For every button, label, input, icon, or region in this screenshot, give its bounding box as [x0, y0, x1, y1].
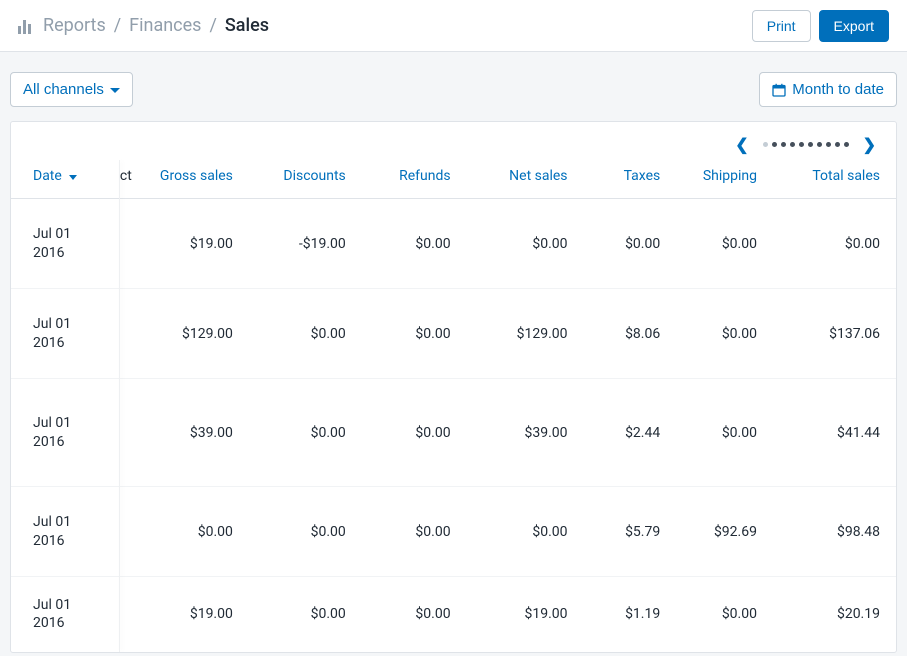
cell-date: Jul 012016 [11, 487, 120, 577]
cell-refunds: $0.00 [362, 199, 467, 289]
col-shipping[interactable]: Shipping [676, 160, 773, 199]
print-button[interactable]: Print [752, 10, 811, 42]
table-row[interactable]: Jul 012016$19.00$0.00$0.00$19.00$1.19$0.… [11, 577, 896, 652]
reports-icon [18, 18, 31, 34]
table-header-row: Date ct Gross sales Discounts Refunds Ne… [11, 160, 896, 199]
cell-net: $19.00 [467, 577, 584, 652]
cell-discounts: $0.00 [249, 487, 362, 577]
breadcrumb-current: Sales [225, 15, 269, 36]
breadcrumb-sep: / [209, 15, 216, 36]
cell-shipping: $0.00 [676, 289, 773, 379]
cell-date: Jul 012016 [11, 577, 120, 652]
pager-dot[interactable] [835, 142, 840, 147]
cell-shipping: $0.00 [676, 577, 773, 652]
header-actions: Print Export [752, 10, 889, 42]
cell-total: $0.00 [773, 199, 896, 289]
col-total-sales[interactable]: Total sales [773, 160, 896, 199]
table-row[interactable]: Jul 012016$19.00-$19.00$0.00$0.00$0.00$0… [11, 199, 896, 289]
cell-net: $0.00 [467, 487, 584, 577]
cell-refunds: $0.00 [362, 289, 467, 379]
cell-net: $129.00 [467, 289, 584, 379]
cell-gross: $19.00 [138, 199, 249, 289]
cell-total: $20.19 [773, 577, 896, 652]
cell-discounts: $0.00 [249, 289, 362, 379]
table-row[interactable]: Jul 012016$0.00$0.00$0.00$0.00$5.79$92.6… [11, 487, 896, 577]
breadcrumb-reports[interactable]: Reports [43, 15, 106, 36]
cell-taxes: $0.00 [584, 199, 677, 289]
col-taxes[interactable]: Taxes [584, 160, 677, 199]
toolbar: All channels Month to date [0, 52, 907, 121]
breadcrumb-finances[interactable]: Finances [129, 15, 201, 36]
sales-table: Date ct Gross sales Discounts Refunds Ne… [11, 160, 896, 652]
cell-shipping: $0.00 [676, 199, 773, 289]
cell-total: $98.48 [773, 487, 896, 577]
pager-dot[interactable] [772, 142, 777, 147]
chevron-down-icon [110, 88, 120, 93]
cell-date: Jul 012016 [11, 199, 120, 289]
cell-date: Jul 012016 [11, 379, 120, 487]
cell-taxes: $2.44 [584, 379, 677, 487]
pager: ❮ ❯ [11, 122, 896, 160]
channel-filter-label: All channels [23, 81, 104, 98]
col-discounts[interactable]: Discounts [249, 160, 362, 199]
cell-discounts: $0.00 [249, 379, 362, 487]
cell-date: Jul 012016 [11, 289, 120, 379]
table-scroll-area: Date ct Gross sales Discounts Refunds Ne… [11, 160, 896, 652]
table-row[interactable]: Jul 012016$129.00$0.00$0.00$129.00$8.06$… [11, 289, 896, 379]
breadcrumb-sep: / [114, 15, 121, 36]
export-button[interactable]: Export [819, 10, 889, 42]
calendar-icon [772, 83, 786, 97]
cell-taxes: $1.19 [584, 577, 677, 652]
col-net-sales[interactable]: Net sales [467, 160, 584, 199]
breadcrumb: Reports / Finances / Sales [18, 15, 269, 36]
pager-dot[interactable] [781, 142, 786, 147]
pager-prev-button[interactable]: ❮ [731, 135, 752, 154]
cell-total: $137.06 [773, 289, 896, 379]
sales-table-card: ❮ ❯ Date [10, 121, 897, 653]
cell-gross: $129.00 [138, 289, 249, 379]
table-body: Jul 012016$19.00-$19.00$0.00$0.00$0.00$0… [11, 199, 896, 652]
cell-fragment [120, 379, 138, 487]
chevron-down-icon [69, 175, 77, 180]
cell-refunds: $0.00 [362, 487, 467, 577]
pager-dot[interactable] [826, 142, 831, 147]
channel-filter-button[interactable]: All channels [10, 72, 133, 107]
cell-gross: $39.00 [138, 379, 249, 487]
cell-fragment [120, 289, 138, 379]
col-fragment: ct [120, 160, 138, 199]
col-date-label: Date [33, 168, 62, 184]
cell-taxes: $5.79 [584, 487, 677, 577]
cell-taxes: $8.06 [584, 289, 677, 379]
pager-dot[interactable] [763, 142, 768, 147]
cell-refunds: $0.00 [362, 577, 467, 652]
cell-fragment [120, 487, 138, 577]
pager-dot[interactable] [817, 142, 822, 147]
cell-fragment [120, 199, 138, 289]
col-gross-sales[interactable]: Gross sales [138, 160, 249, 199]
date-range-label: Month to date [792, 81, 884, 98]
col-refunds[interactable]: Refunds [362, 160, 467, 199]
table-row[interactable]: Jul 012016$39.00$0.00$0.00$39.00$2.44$0.… [11, 379, 896, 487]
pager-dot[interactable] [790, 142, 795, 147]
cell-net: $0.00 [467, 199, 584, 289]
cell-fragment [120, 577, 138, 652]
cell-discounts: $0.00 [249, 577, 362, 652]
cell-gross: $0.00 [138, 487, 249, 577]
col-date[interactable]: Date [11, 160, 120, 199]
pager-dots [763, 142, 849, 147]
date-range-button[interactable]: Month to date [759, 72, 897, 107]
pager-dot[interactable] [844, 142, 849, 147]
cell-shipping: $92.69 [676, 487, 773, 577]
page-header: Reports / Finances / Sales Print Export [0, 0, 907, 52]
cell-gross: $19.00 [138, 577, 249, 652]
cell-discounts: -$19.00 [249, 199, 362, 289]
cell-refunds: $0.00 [362, 379, 467, 487]
pager-next-button[interactable]: ❯ [859, 135, 880, 154]
pager-dot[interactable] [808, 142, 813, 147]
cell-total: $41.44 [773, 379, 896, 487]
cell-shipping: $0.00 [676, 379, 773, 487]
cell-net: $39.00 [467, 379, 584, 487]
pager-dot[interactable] [799, 142, 804, 147]
